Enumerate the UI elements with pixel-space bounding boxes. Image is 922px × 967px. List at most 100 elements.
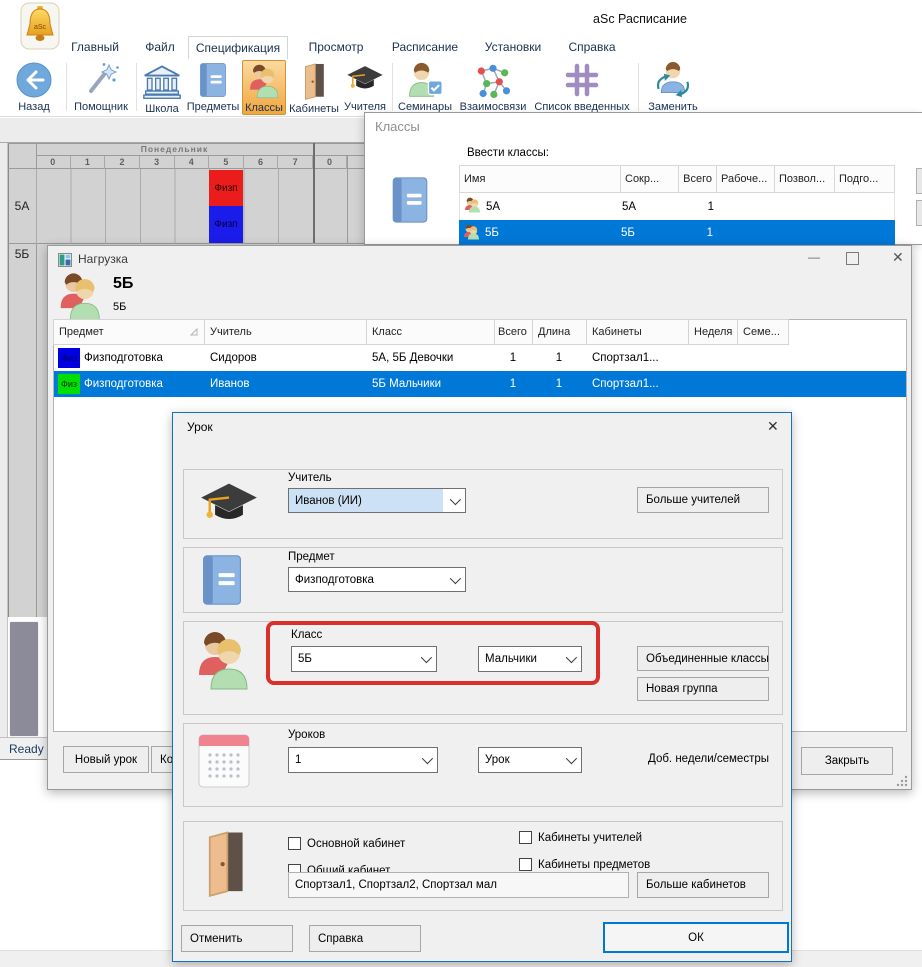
- rooms-input[interactable]: Спортзал1, Спортзал2, Спортзал мал: [288, 872, 629, 898]
- subject-combobox[interactable]: Физподготовка: [288, 567, 466, 592]
- class-row-5a[interactable]: 5А 5А 1: [459, 193, 895, 220]
- column-header[interactable]: Подго...: [835, 165, 895, 193]
- close-load-dialog-button[interactable]: Закрыть: [801, 747, 893, 775]
- classes-table-header[interactable]: Имя Сокр... Всего Рабоче... Позвол... По…: [459, 165, 895, 193]
- tab-timetable[interactable]: Расписание: [382, 36, 468, 59]
- help-button[interactable]: Справка: [309, 925, 421, 952]
- group-combobox[interactable]: Мальчики: [478, 646, 582, 672]
- classes-people-icon: [245, 63, 283, 102]
- column-header[interactable]: Класс: [367, 319, 495, 345]
- toolbar-entered-list-button[interactable]: Список введенных: [532, 60, 632, 115]
- column-header[interactable]: Длина: [533, 319, 587, 345]
- checkbox-main-room[interactable]: Основной кабинет: [288, 837, 405, 850]
- column-header[interactable]: Всего: [495, 319, 533, 345]
- checkbox-icon[interactable]: [288, 837, 301, 850]
- column-header[interactable]: Сокр...: [621, 165, 679, 193]
- toolbar-separator: [392, 63, 393, 111]
- class-combobox[interactable]: 5Б: [291, 646, 437, 672]
- toolbar-back-button[interactable]: Назад: [8, 60, 60, 115]
- load-dialog-icon: [58, 253, 72, 270]
- maximize-button[interactable]: [846, 252, 859, 265]
- toolbar-seminars-button[interactable]: Семинары: [396, 60, 454, 115]
- toolbar-assistant-button[interactable]: Помощник: [70, 60, 132, 115]
- clipped-button[interactable]: [916, 168, 922, 194]
- more-teachers-button[interactable]: Больше учителей: [637, 487, 769, 513]
- cell-rooms: Спортзал1...: [586, 378, 688, 390]
- cell-count: 1: [494, 352, 532, 364]
- grid-line: [347, 155, 348, 244]
- load-row-ivanov-selected[interactable]: Физ Физподготовка Иванов 5Б Мальчики 1 1…: [54, 371, 906, 397]
- classes-dialog: Классы Ввести классы: Имя Сокр... Всего …: [364, 112, 922, 245]
- cancel-button[interactable]: Отменить: [181, 925, 293, 952]
- person-check-icon: [406, 62, 444, 101]
- tab-file[interactable]: Файл: [138, 36, 182, 59]
- teacher-combobox[interactable]: Иванов (ИИ): [288, 488, 466, 513]
- tab-specification[interactable]: Спецификация: [188, 36, 288, 59]
- next-day-period-number: 0: [313, 156, 347, 169]
- lesson-card-blue[interactable]: Физп: [209, 206, 243, 243]
- checkbox-icon[interactable]: [519, 858, 532, 871]
- row-label-5b: 5Б: [8, 247, 36, 261]
- toolbar-classes-button[interactable]: Классы: [242, 60, 286, 115]
- column-header[interactable]: Всего: [679, 165, 717, 193]
- checkbox-icon[interactable]: [519, 831, 532, 844]
- back-icon: [16, 62, 52, 101]
- new-group-button[interactable]: Новая группа: [637, 677, 769, 701]
- ok-button[interactable]: ОК: [603, 922, 789, 953]
- checkbox-teacher-rooms[interactable]: Кабинеты учителей: [519, 831, 642, 844]
- cell-subject: Физподготовка: [80, 352, 204, 364]
- tab-main[interactable]: Главный: [64, 36, 126, 59]
- classes-prompt-label: Ввести классы:: [467, 147, 549, 159]
- more-rooms-button[interactable]: Больше кабинетов: [637, 872, 769, 898]
- lessons-count-combobox[interactable]: 1: [288, 747, 438, 773]
- toolbar-rooms-button[interactable]: Кабинеты: [288, 60, 340, 115]
- column-header[interactable]: Неделя: [689, 319, 738, 345]
- column-header[interactable]: Позвол...: [775, 165, 835, 193]
- classes-dialog-title: Классы: [375, 119, 420, 134]
- close-button[interactable]: ✕: [767, 418, 779, 434]
- chevron-down-icon: [443, 568, 465, 591]
- load-row-sidorov[interactable]: Физ Физподготовка Сидоров 5А, 5Б Девочки…: [54, 345, 906, 371]
- column-header[interactable]: Предмет: [53, 319, 205, 345]
- toolbar-separator: [638, 63, 639, 111]
- graduation-cap-icon: [346, 62, 384, 99]
- column-header[interactable]: Семе...: [738, 319, 789, 345]
- toolbar-teachers-button[interactable]: Учителя: [342, 60, 388, 115]
- tab-view[interactable]: Просмотр: [300, 36, 372, 59]
- new-lesson-button[interactable]: Новый урок: [63, 746, 149, 773]
- lessons-label: Уроков: [288, 729, 325, 741]
- add-weeks-link[interactable]: Доб. недели/семестры: [561, 753, 769, 765]
- cell-length: 1: [532, 352, 586, 364]
- side-panel: [9, 621, 39, 737]
- book-icon: [197, 62, 229, 101]
- subject-label: Предмет: [288, 551, 335, 563]
- tab-settings[interactable]: Установки: [476, 36, 550, 59]
- toolbar-subjects-button[interactable]: Предметы: [186, 60, 240, 115]
- student-icon: [464, 197, 480, 216]
- toolbar-relationships-button[interactable]: Взаимосвязи: [456, 60, 530, 115]
- resize-grip[interactable]: [896, 775, 908, 787]
- joint-classes-button[interactable]: Объединенные классы: [637, 646, 769, 671]
- clipped-button[interactable]: [916, 200, 922, 226]
- lattice-grid-icon: [564, 62, 600, 101]
- column-header[interactable]: Учитель: [205, 319, 367, 345]
- cell-class: 5Б Мальчики: [366, 378, 494, 390]
- lesson-dialog-title: Урок: [187, 420, 213, 434]
- class-abbr: 5А: [622, 201, 680, 213]
- lesson-card-red[interactable]: Физп: [209, 170, 243, 206]
- column-header[interactable]: Кабинеты: [587, 319, 689, 345]
- tab-help[interactable]: Справка: [560, 36, 624, 59]
- network-graph-icon: [472, 62, 514, 101]
- toolbar-replace-button[interactable]: Заменить: [642, 60, 704, 115]
- period-number-row: 01234567: [36, 156, 313, 169]
- class-row-5b-selected[interactable]: 5Б 5Б 1: [459, 220, 895, 246]
- classes-people-icon: [191, 629, 255, 694]
- close-button[interactable]: ✕: [892, 249, 904, 265]
- column-header[interactable]: Рабоче...: [717, 165, 775, 193]
- column-header[interactable]: Имя: [459, 165, 621, 193]
- checkbox-subject-rooms[interactable]: Кабинеты предметов: [519, 858, 650, 871]
- load-table-header[interactable]: Предмет Учитель Класс Всего Длина Кабине…: [53, 319, 789, 345]
- toolbar-school-button[interactable]: Школа: [140, 60, 184, 115]
- minimize-button[interactable]: —: [806, 250, 822, 264]
- cell-length: 1: [532, 378, 586, 390]
